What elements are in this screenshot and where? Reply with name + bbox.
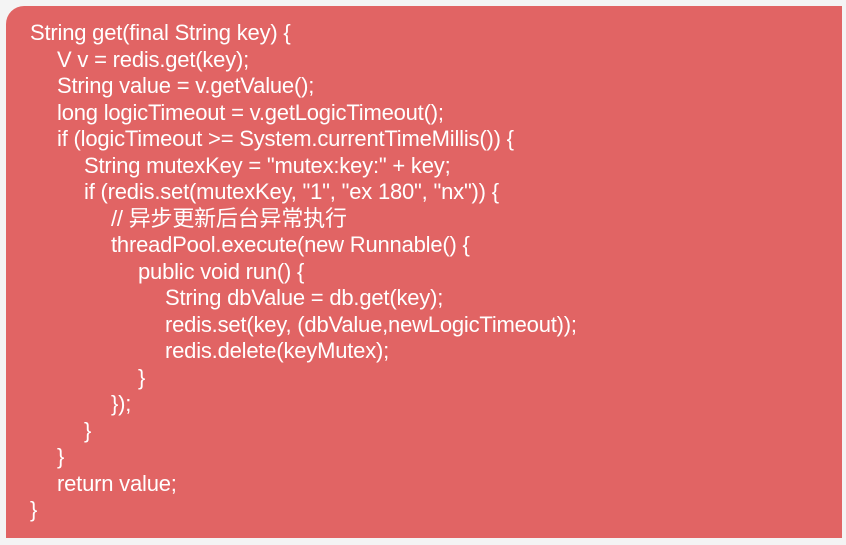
code-line: } bbox=[138, 364, 146, 390]
code-line: String mutexKey = "mutex:key:" + key; bbox=[84, 152, 451, 178]
code-line: } bbox=[84, 417, 92, 443]
code-line: }); bbox=[111, 391, 132, 416]
code-line: threadPool.execute(new Runnable() { bbox=[111, 232, 470, 257]
code-line: long logicTimeout = v.getLogicTimeout(); bbox=[57, 99, 444, 125]
code-line: public void run() { bbox=[138, 258, 305, 284]
code-lines: String get(final String key) {V v = redi… bbox=[6, 20, 842, 524]
code-line: return value; bbox=[57, 470, 177, 496]
code-line: V v = redis.get(key); bbox=[57, 46, 250, 72]
code-line: if (logicTimeout >= System.currentTimeMi… bbox=[57, 126, 514, 151]
code-line: // 异步更新后台异常执行 bbox=[111, 205, 347, 231]
code-line: String get(final String key) { bbox=[30, 20, 291, 45]
code-line: redis.delete(keyMutex); bbox=[165, 338, 390, 363]
code-line: redis.set(key, (dbValue,newLogicTimeout)… bbox=[165, 311, 577, 337]
code-line: String dbValue = db.get(key); bbox=[165, 285, 444, 310]
code-line: String value = v.getValue(); bbox=[57, 73, 315, 98]
code-line: if (redis.set(mutexKey, "1", "ex 180", "… bbox=[84, 179, 499, 204]
code-line: } bbox=[57, 444, 65, 469]
code-block: String get(final String key) {V v = redi… bbox=[6, 6, 842, 538]
slide: String get(final String key) {V v = redi… bbox=[0, 0, 846, 545]
code-line: } bbox=[30, 497, 38, 522]
